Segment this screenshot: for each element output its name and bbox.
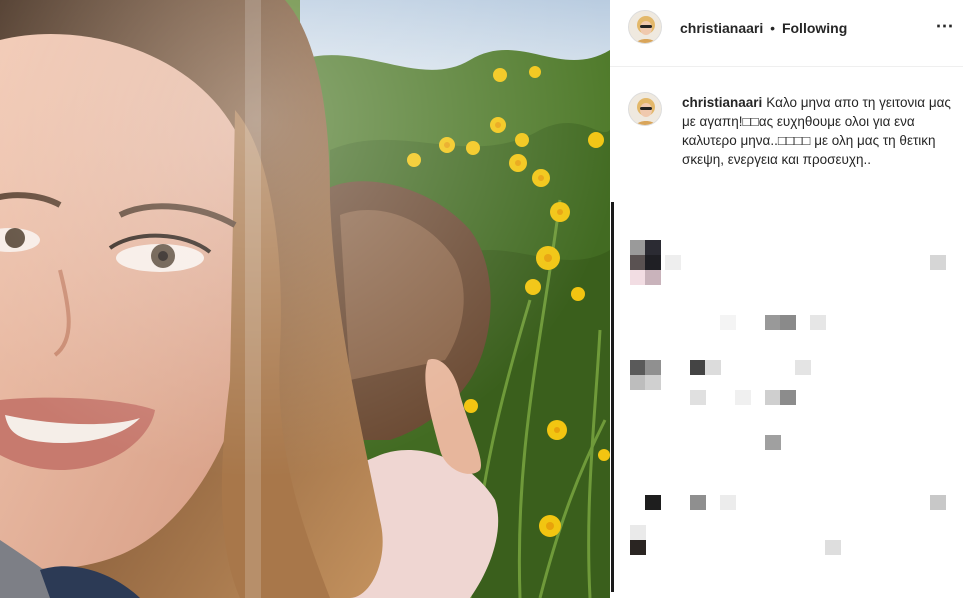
pixel-block xyxy=(630,255,646,270)
pixel-block xyxy=(630,540,646,555)
pixel-block xyxy=(720,495,736,510)
pixel-block xyxy=(690,360,706,375)
pixel-block xyxy=(720,315,736,330)
pixel-block xyxy=(735,390,751,405)
pixel-block xyxy=(645,495,661,510)
caption-avatar[interactable] xyxy=(628,92,662,126)
post-header: christianaari • Following ⋯ xyxy=(610,0,963,67)
pixel-block xyxy=(765,435,781,450)
post-photo[interactable] xyxy=(0,0,610,598)
header-text: christianaari • Following xyxy=(680,19,847,37)
pixel-block xyxy=(825,540,841,555)
post-sidebar: christianaari • Following ⋯ christianaar… xyxy=(610,0,963,598)
pixel-block xyxy=(810,315,826,330)
more-options-icon[interactable]: ⋯ xyxy=(931,16,959,40)
pixel-block xyxy=(780,315,796,330)
pixel-block xyxy=(645,270,661,285)
pixel-block xyxy=(645,360,661,375)
avatar-image xyxy=(629,93,661,125)
pixel-block xyxy=(630,240,646,255)
pixel-block xyxy=(645,375,661,390)
pixel-block xyxy=(665,255,681,270)
pixel-block xyxy=(630,525,646,540)
pixel-block xyxy=(690,390,706,405)
pixel-block xyxy=(765,315,781,330)
post-image xyxy=(0,0,610,598)
avatar-image xyxy=(629,11,661,43)
separator-dot: • xyxy=(770,20,776,36)
pixel-block xyxy=(795,360,811,375)
pixel-block xyxy=(765,390,781,405)
pixel-block xyxy=(930,495,946,510)
pixel-block xyxy=(645,255,661,270)
pixel-block xyxy=(630,270,646,285)
pixel-block xyxy=(780,390,796,405)
pixel-block xyxy=(645,240,661,255)
avatar[interactable] xyxy=(628,10,662,44)
pixel-block xyxy=(630,360,646,375)
pixel-block xyxy=(705,360,721,375)
following-button[interactable]: Following xyxy=(782,20,847,36)
caption-username-link[interactable]: christianaari xyxy=(682,95,762,110)
pixel-block xyxy=(630,375,646,390)
caption-text-block: christianaari Καλο μηνα απο τη γειτονια μ… xyxy=(682,93,952,169)
divider-line xyxy=(611,202,614,592)
pixel-block xyxy=(930,255,946,270)
username-link[interactable]: christianaari xyxy=(680,20,763,36)
pixel-block xyxy=(690,495,706,510)
